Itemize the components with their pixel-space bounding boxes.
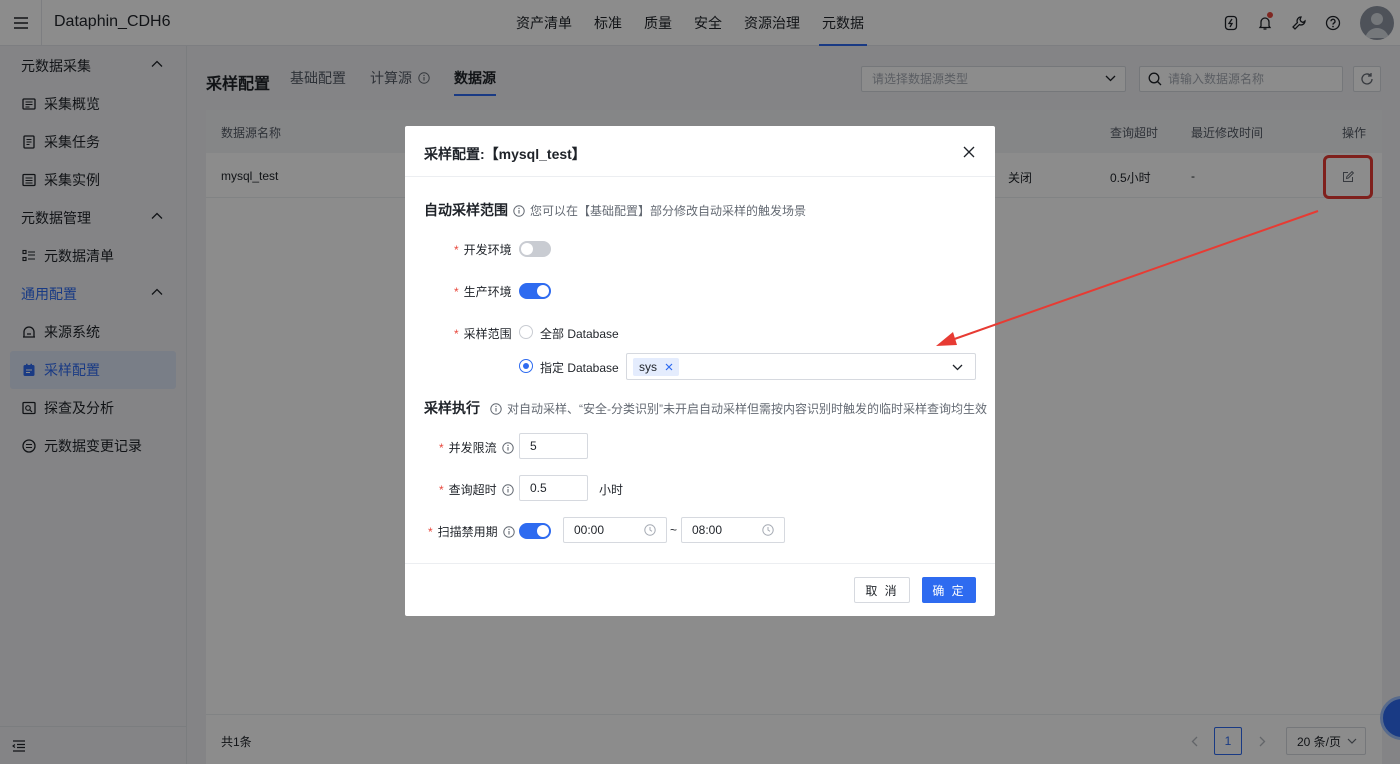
confirm-button[interactable]: 确 定 xyxy=(922,577,976,603)
tag-label: sys xyxy=(639,360,657,374)
divider xyxy=(405,563,995,564)
clock-icon xyxy=(762,524,774,536)
database-multiselect[interactable]: sys xyxy=(626,353,976,380)
label-text: 查询超时 xyxy=(448,483,497,497)
label-text: 生产环境 xyxy=(463,285,512,299)
blackout-start-picker[interactable]: 00:00 xyxy=(563,517,667,543)
blackout-switch[interactable] xyxy=(519,523,551,539)
required-mark: * xyxy=(428,524,433,539)
scope-specific-label[interactable]: 指定 Database xyxy=(540,359,619,376)
timeout-label: * 查询超时 xyxy=(439,481,514,498)
close-icon[interactable] xyxy=(961,144,977,160)
blackout-label: * 扫描禁用期 xyxy=(428,523,515,540)
info-icon xyxy=(490,402,502,415)
time-value: 00:00 xyxy=(574,523,605,537)
dialog-title: 采样配置:【mysql_test】 xyxy=(424,146,586,162)
timeout-input[interactable]: 0.5 xyxy=(519,475,588,501)
hint-text: 对自动采样、“安全-分类识别”未开启自动采样但需按内容识别时触发的临时采样查询均… xyxy=(507,402,987,416)
required-mark: * xyxy=(439,440,444,455)
tag-close-icon[interactable] xyxy=(665,363,673,371)
concurrency-input[interactable]: 5 xyxy=(519,433,588,459)
info-icon xyxy=(502,525,515,538)
cancel-button[interactable]: 取 消 xyxy=(854,577,910,603)
label-text: 开发环境 xyxy=(463,243,512,257)
scope-label: * 采样范围 xyxy=(454,325,512,342)
required-mark: * xyxy=(454,326,459,341)
exec-section-title: 采样执行 xyxy=(424,400,480,416)
time-value: 08:00 xyxy=(692,523,723,537)
label-text: 扫描禁用期 xyxy=(437,525,498,539)
divider xyxy=(405,176,995,177)
blackout-end-picker[interactable]: 08:00 xyxy=(681,517,785,543)
required-mark: * xyxy=(439,482,444,497)
prod-env-label: * 生产环境 xyxy=(454,283,512,300)
hint-text: 您可以在【基础配置】部分修改自动采样的触发场景 xyxy=(530,204,807,218)
auto-section-hint: 您可以在【基础配置】部分修改自动采样的触发场景 xyxy=(513,202,806,219)
range-separator: ~ xyxy=(670,523,678,537)
info-icon xyxy=(513,204,525,217)
switch-knob xyxy=(521,243,533,255)
required-mark: * xyxy=(454,242,459,257)
chevron-down-icon xyxy=(952,364,963,371)
switch-knob xyxy=(537,525,549,537)
prod-env-switch[interactable] xyxy=(519,283,551,299)
clock-icon xyxy=(644,524,656,536)
concurrency-label: * 并发限流 xyxy=(439,439,514,456)
exec-section-hint: 对自动采样、“安全-分类识别”未开启自动采样但需按内容识别时触发的临时采样查询均… xyxy=(490,400,987,417)
database-tag: sys xyxy=(633,358,679,376)
sample-config-dialog: 采样配置:【mysql_test】 自动采样范围 您可以在【基础配置】部分修改自… xyxy=(405,126,995,616)
scope-specific-radio[interactable] xyxy=(519,359,533,373)
required-mark: * xyxy=(454,284,459,299)
dev-env-switch[interactable] xyxy=(519,241,551,257)
info-icon xyxy=(501,483,514,496)
label-text: 采样范围 xyxy=(463,327,512,341)
dev-env-label: * 开发环境 xyxy=(454,241,512,258)
auto-section-title: 自动采样范围 xyxy=(424,202,508,218)
timeout-unit: 小时 xyxy=(599,483,624,497)
switch-knob xyxy=(537,285,549,297)
label-text: 并发限流 xyxy=(448,441,497,455)
scope-all-label[interactable]: 全部 Database xyxy=(540,325,619,342)
scope-all-radio[interactable] xyxy=(519,325,533,339)
info-icon xyxy=(501,441,514,454)
